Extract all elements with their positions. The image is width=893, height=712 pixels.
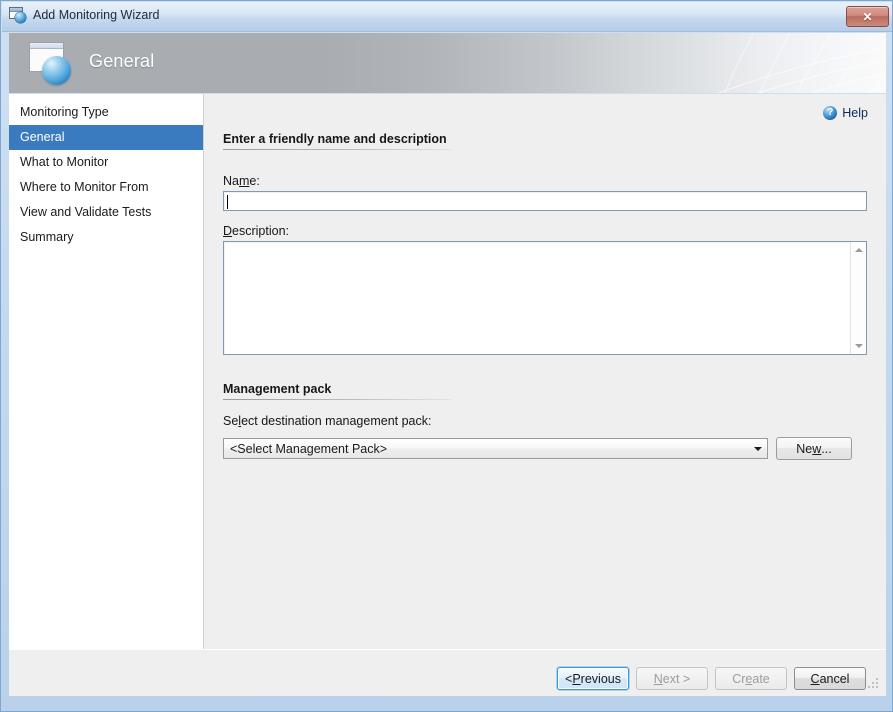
section-heading-name-description: Enter a friendly name and description <box>223 132 452 150</box>
management-pack-dropdown[interactable]: <Select Management Pack> <box>223 438 768 459</box>
scroll-up-icon[interactable] <box>851 242 866 258</box>
wizard-steps-sidebar: Monitoring Type General What to Monitor … <box>9 94 204 649</box>
wizard-footer: < Previous Next > Cr e ate Cancel <box>9 649 886 696</box>
sidebar-item-what-to-monitor[interactable]: What to Monitor <box>9 150 203 175</box>
help-label: Help <box>842 106 868 120</box>
sidebar-item-label: General <box>20 130 65 144</box>
banner-title: General <box>89 51 155 71</box>
sidebar-item-summary[interactable]: Summary <box>9 225 203 250</box>
new-management-pack-button[interactable]: Ne w... <box>776 437 852 460</box>
accel-key: P <box>572 671 581 686</box>
window-title: Add Monitoring Wizard <box>33 8 160 22</box>
section-divider <box>223 149 452 150</box>
sidebar-item-label: View and Validate Tests <box>20 205 152 219</box>
section-heading-label: Enter a friendly name and description <box>223 132 447 146</box>
add-monitoring-wizard-window: Add Monitoring Wizard ✕ General Monitori… <box>0 0 893 712</box>
section-heading-label: Management pack <box>223 382 332 396</box>
description-scrollbar[interactable] <box>850 242 866 354</box>
wizard-banner: General <box>9 33 886 93</box>
sidebar-item-where-to-monitor-from[interactable]: Where to Monitor From <box>9 175 203 200</box>
document-sphere-icon <box>26 42 72 86</box>
text-caret <box>227 195 228 209</box>
chevron-down-icon <box>748 446 767 451</box>
sidebar-item-label: What to Monitor <box>20 155 109 169</box>
help-link[interactable]: ? Help <box>823 106 868 120</box>
create-button[interactable]: Cr e ate <box>715 667 787 690</box>
management-pack-field-label: Select destination management pack: <box>223 414 432 428</box>
sidebar-item-general[interactable]: General <box>9 125 203 150</box>
management-pack-dropdown-value: <Select Management Pack> <box>230 441 388 456</box>
resize-grip[interactable] <box>868 678 880 690</box>
previous-button[interactable]: < Previous <box>557 667 629 690</box>
sidebar-item-monitoring-type[interactable]: Monitoring Type <box>9 100 203 125</box>
title-bar: Add Monitoring Wizard ✕ <box>2 2 892 32</box>
help-question-icon: ? <box>823 106 838 120</box>
sidebar-item-view-and-validate-tests[interactable]: View and Validate Tests <box>9 200 203 225</box>
window-sphere-icon <box>9 7 26 23</box>
close-button[interactable]: ✕ <box>846 6 889 27</box>
sidebar-item-label: Where to Monitor From <box>20 180 149 194</box>
title-bar-content: Add Monitoring Wizard <box>9 7 159 23</box>
next-button[interactable]: Next > <box>636 667 708 690</box>
accel-key: D <box>223 224 233 238</box>
name-input[interactable] <box>223 191 867 211</box>
section-divider <box>223 399 452 400</box>
section-heading-management-pack: Management pack <box>223 382 452 400</box>
sidebar-item-label: Monitoring Type <box>20 105 109 119</box>
accel-key: e <box>745 671 753 686</box>
banner-mesh-decoration <box>717 33 886 93</box>
accel-key: w <box>812 441 822 456</box>
accel-key: m <box>238 174 250 188</box>
sidebar-item-label: Summary <box>20 230 74 244</box>
accel-key: C <box>810 671 820 686</box>
name-field-label: Name: <box>223 174 260 188</box>
cancel-button[interactable]: Cancel <box>794 667 866 690</box>
close-icon: ✕ <box>862 9 873 24</box>
wizard-content-panel: ? Help Enter a friendly name and descrip… <box>204 94 886 649</box>
scroll-down-icon[interactable] <box>851 338 866 354</box>
accel-key: N <box>653 671 663 686</box>
description-input[interactable] <box>223 241 867 355</box>
description-field-label: Description: <box>223 224 290 238</box>
